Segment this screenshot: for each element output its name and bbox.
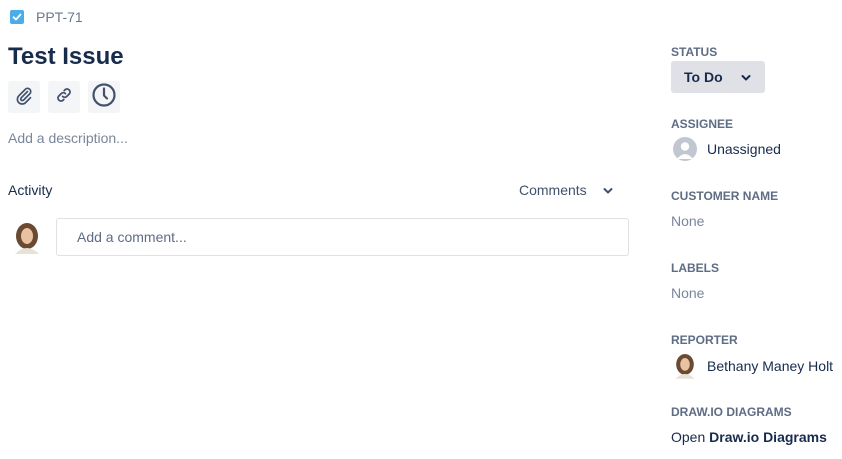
status-value: To Do (684, 69, 723, 85)
reporter-field[interactable]: Bethany Maney Holt (673, 353, 833, 379)
drawio-open-text: Open (671, 429, 706, 445)
labels-value[interactable]: None (671, 285, 704, 301)
activity-heading: Activity (8, 182, 53, 198)
avatar (12, 222, 42, 254)
issue-toolbar (8, 81, 120, 113)
link-icon (54, 85, 74, 110)
assignee-field[interactable]: Unassigned (673, 137, 781, 161)
customer-name-label: CUSTOMER NAME (671, 189, 779, 203)
activity-filter-dropdown[interactable]: Comments (519, 182, 613, 198)
activity-filter-label: Comments (519, 182, 587, 198)
chevron-down-icon (741, 69, 751, 85)
drawio-link-text: Draw.io Diagrams (709, 429, 827, 445)
status-label: STATUS (671, 45, 718, 59)
clock-icon (91, 82, 117, 113)
breadcrumb: PPT-71 (10, 9, 83, 25)
reporter-value: Bethany Maney Holt (707, 358, 834, 374)
issue-key-link[interactable]: PPT-71 (36, 9, 83, 25)
link-issue-button[interactable] (48, 81, 80, 113)
attach-button[interactable] (8, 81, 40, 113)
customer-name-value[interactable]: None (671, 213, 704, 229)
status-dropdown-button[interactable]: To Do (671, 61, 765, 93)
assignee-value: Unassigned (707, 141, 781, 157)
reporter-label: REPORTER (671, 333, 738, 347)
labels-label: LABELS (671, 261, 719, 275)
avatar (673, 353, 697, 379)
attachment-icon (14, 85, 34, 110)
description-field[interactable]: Add a description... (8, 130, 128, 146)
log-time-button[interactable] (88, 81, 120, 113)
chevron-down-icon (603, 182, 613, 198)
task-checkbox-icon (10, 10, 24, 24)
issue-title[interactable]: Test Issue (8, 42, 124, 72)
drawio-open-link[interactable]: Open Draw.io Diagrams (671, 429, 827, 445)
drawio-label: DRAW.IO DIAGRAMS (671, 405, 792, 419)
unassigned-avatar-icon (673, 137, 697, 161)
assignee-label: ASSIGNEE (671, 117, 734, 131)
comment-input[interactable]: Add a comment... (56, 218, 629, 256)
